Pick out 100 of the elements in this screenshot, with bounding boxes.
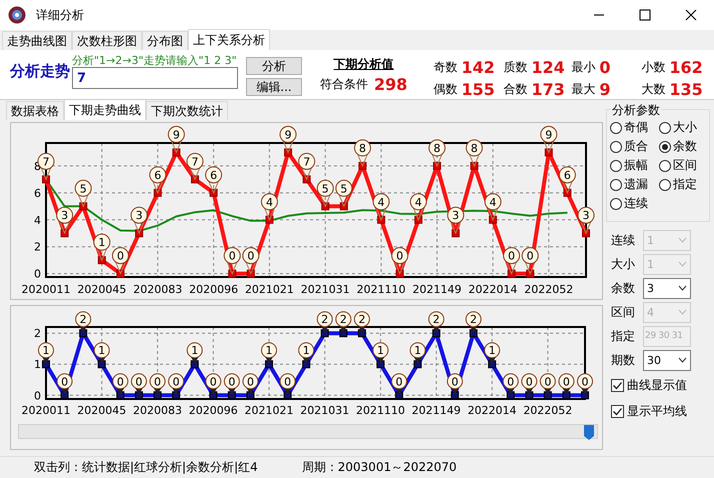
edit-button[interactable]: 编辑... — [246, 78, 302, 96]
stat-value: 155 — [461, 80, 495, 98]
tab[interactable]: 上下关系分析 — [188, 29, 270, 50]
value-label: 3 — [130, 206, 148, 235]
value-label: 2 — [335, 311, 352, 332]
axis-label: 2020045 — [77, 283, 126, 296]
value-label: 0 — [205, 373, 222, 394]
stat-value: 162 — [669, 58, 703, 76]
section-title: 下期分析值 — [334, 56, 394, 73]
data-label: 0 — [451, 375, 458, 388]
checkbox[interactable]: 显示平均线 — [611, 400, 710, 422]
caret-icon — [678, 237, 687, 243]
data-label: 2 — [358, 313, 366, 326]
radio-option[interactable]: 连续 — [610, 194, 659, 213]
value-label: 1 — [93, 234, 110, 262]
value-label: 0 — [502, 373, 519, 394]
value-label: 4 — [410, 193, 427, 222]
data-point — [172, 391, 180, 400]
axis-label: 2021021 — [244, 283, 294, 296]
maximize-button[interactable] — [639, 9, 651, 21]
value-label: 8 — [466, 139, 483, 168]
axis-label: 0 — [34, 389, 41, 402]
value-label: 0 — [56, 373, 73, 394]
stat-value: 0 — [599, 58, 611, 76]
axis-label: 1 — [34, 358, 41, 372]
data-label: 1 — [42, 344, 50, 358]
close-button[interactable] — [685, 9, 697, 21]
data-point — [190, 360, 199, 368]
axis-label: 2021031 — [300, 404, 350, 417]
tab[interactable]: 下期次数统计 — [146, 101, 228, 120]
scroll-thumb[interactable] — [584, 425, 594, 440]
value-label: 0 — [503, 247, 520, 275]
axis-label: 2021149 — [412, 404, 461, 417]
radio-option[interactable]: 振幅 — [610, 156, 659, 175]
value-label: 2 — [75, 311, 92, 332]
axis-label: 2021110 — [356, 404, 406, 417]
stat-label: 符合条件 — [320, 76, 368, 93]
value-label: 0 — [242, 373, 258, 394]
radio-option[interactable]: 大小 — [659, 118, 707, 137]
tab[interactable]: 走势曲线图 — [2, 31, 72, 50]
analyze-button[interactable]: 分析 — [246, 57, 302, 75]
radio-option[interactable]: 奇偶 — [610, 118, 659, 137]
axis-label: 2020045 — [77, 404, 126, 417]
value-label: 9 — [280, 126, 297, 154]
data-label: 0 — [562, 375, 570, 388]
axis-label: 2021110 — [356, 283, 406, 296]
dropdown[interactable]: 3 — [643, 278, 691, 298]
data-label: 0 — [135, 375, 142, 388]
input-field[interactable]: 7 — [72, 67, 238, 89]
data-point — [134, 391, 143, 400]
data-label: 0 — [154, 375, 162, 388]
radio-option[interactable]: 遗漏 — [610, 175, 659, 194]
dropdown[interactable]: 30 — [643, 350, 691, 370]
data-label: 0 — [284, 375, 292, 388]
tab[interactable]: 分布图 — [142, 31, 188, 50]
axis-label: 4 — [34, 214, 41, 227]
value-label: 0 — [242, 247, 260, 275]
radio-option[interactable]: 质合 — [610, 137, 659, 156]
data-point — [302, 360, 310, 368]
tab[interactable]: 数据表格 — [6, 101, 64, 120]
stat-value: 142 — [461, 58, 495, 76]
data-point — [488, 360, 496, 368]
value-label: 6 — [205, 166, 222, 194]
stat-label: 最大 — [571, 80, 596, 98]
radio-option[interactable]: 区间 — [659, 156, 707, 175]
data-label: 1 — [266, 344, 273, 358]
tab[interactable]: 次数柱形图 — [72, 31, 142, 50]
value-label: 4 — [372, 193, 390, 222]
axis-label: 2020083 — [133, 404, 182, 417]
stat-label: 大数 — [641, 80, 666, 98]
group-title: 分析参数 — [611, 102, 661, 119]
checkbox[interactable]: 曲线显示值 — [611, 374, 710, 396]
value-label: 1 — [484, 342, 500, 364]
data-point — [116, 391, 124, 400]
axis-label: 2 — [34, 327, 41, 340]
value-label: 7 — [186, 152, 204, 181]
data-label: 1 — [488, 344, 496, 358]
hint-text: 分析"1→2→3"走势请输入"1 2 3" — [72, 55, 238, 67]
data-point — [414, 360, 422, 368]
value-label: 4 — [260, 193, 278, 222]
tab[interactable]: 下期走势曲线 — [64, 99, 146, 120]
data-point — [469, 329, 478, 338]
value-label: 1 — [372, 342, 389, 364]
scrollbar[interactable] — [18, 424, 598, 439]
data-label: 0 — [396, 375, 403, 388]
stat-value: 298 — [374, 75, 408, 94]
data-label: 1 — [191, 344, 198, 358]
data-point — [339, 329, 348, 338]
value-label: 0 — [168, 373, 184, 394]
radio-option[interactable]: 余数 — [659, 137, 707, 156]
axis-label: 2022014 — [468, 283, 518, 296]
value-label: 5 — [335, 180, 352, 208]
value-label: 5 — [74, 180, 92, 208]
status-text: 周期：2003001～2022070 — [302, 459, 457, 476]
value-label: 2 — [354, 311, 370, 332]
axis-label: 2020083 — [133, 283, 182, 296]
radio-option[interactable]: 指定 — [659, 175, 707, 194]
data-point — [562, 391, 570, 400]
value-label: 8 — [354, 139, 372, 168]
value-label: 3 — [578, 206, 594, 235]
